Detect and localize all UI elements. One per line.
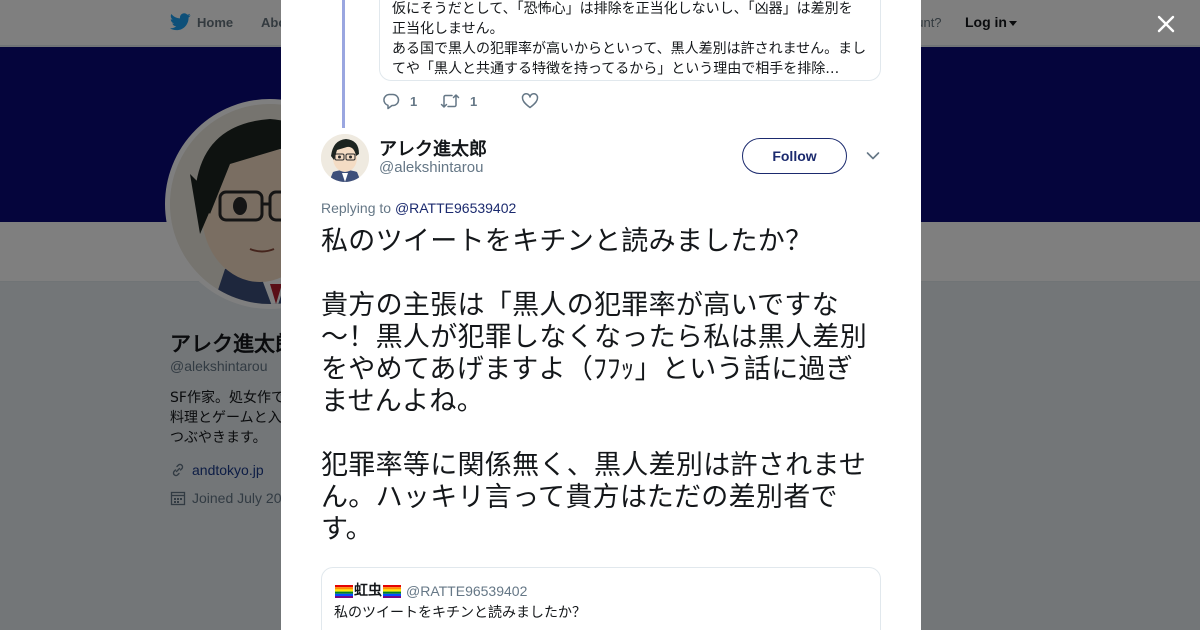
- chevron-down-icon[interactable]: [866, 151, 880, 161]
- rainbow-flag-icon: [335, 584, 353, 598]
- quoted-author-name: 虹虫: [354, 583, 382, 599]
- previous-quoted-tweet[interactable]: 仮にそうだとして、「恐怖心」は排除を正当化しないし、「凶器」は差別を 正当化しま…: [379, 0, 881, 81]
- replying-to-handle[interactable]: @RATTE96539402: [395, 200, 516, 216]
- rainbow-flag-icon: [383, 584, 401, 598]
- replying-prefix: Replying to: [321, 200, 392, 216]
- thread-connector: [342, 0, 345, 128]
- replying-to: Replying to @RATTE96539402: [321, 200, 516, 216]
- tweet-line: ませんよね。: [321, 386, 484, 417]
- like-button[interactable]: [521, 92, 539, 110]
- tweet-line: をやめてあげますよ（ﾌﾌｯ」という話に過ぎ: [321, 354, 853, 385]
- follow-button[interactable]: Follow: [742, 138, 847, 174]
- tweet-line: 貴方の主張は「黒人の犯罪率が高いですな: [321, 290, 839, 321]
- reply-count: 1: [410, 93, 418, 109]
- avatar-illustration: [321, 134, 369, 182]
- quoted-text-line: ある国で黒人の犯罪率が高いからといって、黒人差別は許されません。まし: [392, 41, 867, 57]
- tweet-line: ん。ハッキリ言って貴方はただの差別者で: [321, 482, 838, 513]
- reply-icon: [383, 93, 400, 110]
- author-name[interactable]: アレク進太郎: [379, 135, 487, 161]
- quoted-tweet-text: 私のツイートをキチンと読みましたか？: [334, 605, 586, 621]
- reply-button[interactable]: 1: [382, 92, 417, 110]
- quoted-text-line: 正当化しません。: [392, 21, 504, 37]
- tweet-modal: 仮にそうだとして、「恐怖心」は排除を正当化しないし、「凶器」は差別を 正当化しま…: [281, 0, 921, 630]
- tweet-line: す。: [321, 514, 373, 545]
- quoted-tweet-header: 虹虫 @RATTE96539402: [334, 581, 868, 601]
- quoted-text-line: てや「黒人と共通する特徴を持ってるから」という理由で相手を排除…: [392, 61, 840, 77]
- tweet-line: ～！黒人が犯罪しなくなったら私は黒人差別: [321, 322, 867, 353]
- quoted-tweet[interactable]: 虹虫 @RATTE96539402 私のツイートをキチンと読みましたか？: [321, 567, 881, 630]
- retweet-icon: [440, 94, 460, 108]
- retweet-button[interactable]: 1: [440, 92, 477, 110]
- like-icon: [521, 93, 539, 109]
- quoted-text-line: 仮にそうだとして、「恐怖心」は排除を正当化しないし、「凶器」は差別を: [392, 1, 853, 17]
- close-icon[interactable]: [1156, 14, 1176, 34]
- tweet-line: 私のツイートをキチンと読みましたか？: [321, 226, 813, 257]
- tweet-line: 犯罪率等に関係無く、黒人差別は許されませ: [321, 450, 867, 481]
- tweet-text: 私のツイートをキチンと読みましたか？ 貴方の主張は「黒人の犯罪率が高いですな ～…: [321, 226, 883, 546]
- quoted-author-handle: @RATTE96539402: [406, 583, 528, 599]
- author-avatar[interactable]: [321, 134, 369, 182]
- retweet-count: 1: [470, 93, 478, 109]
- author-handle[interactable]: @alekshintarou: [379, 159, 483, 176]
